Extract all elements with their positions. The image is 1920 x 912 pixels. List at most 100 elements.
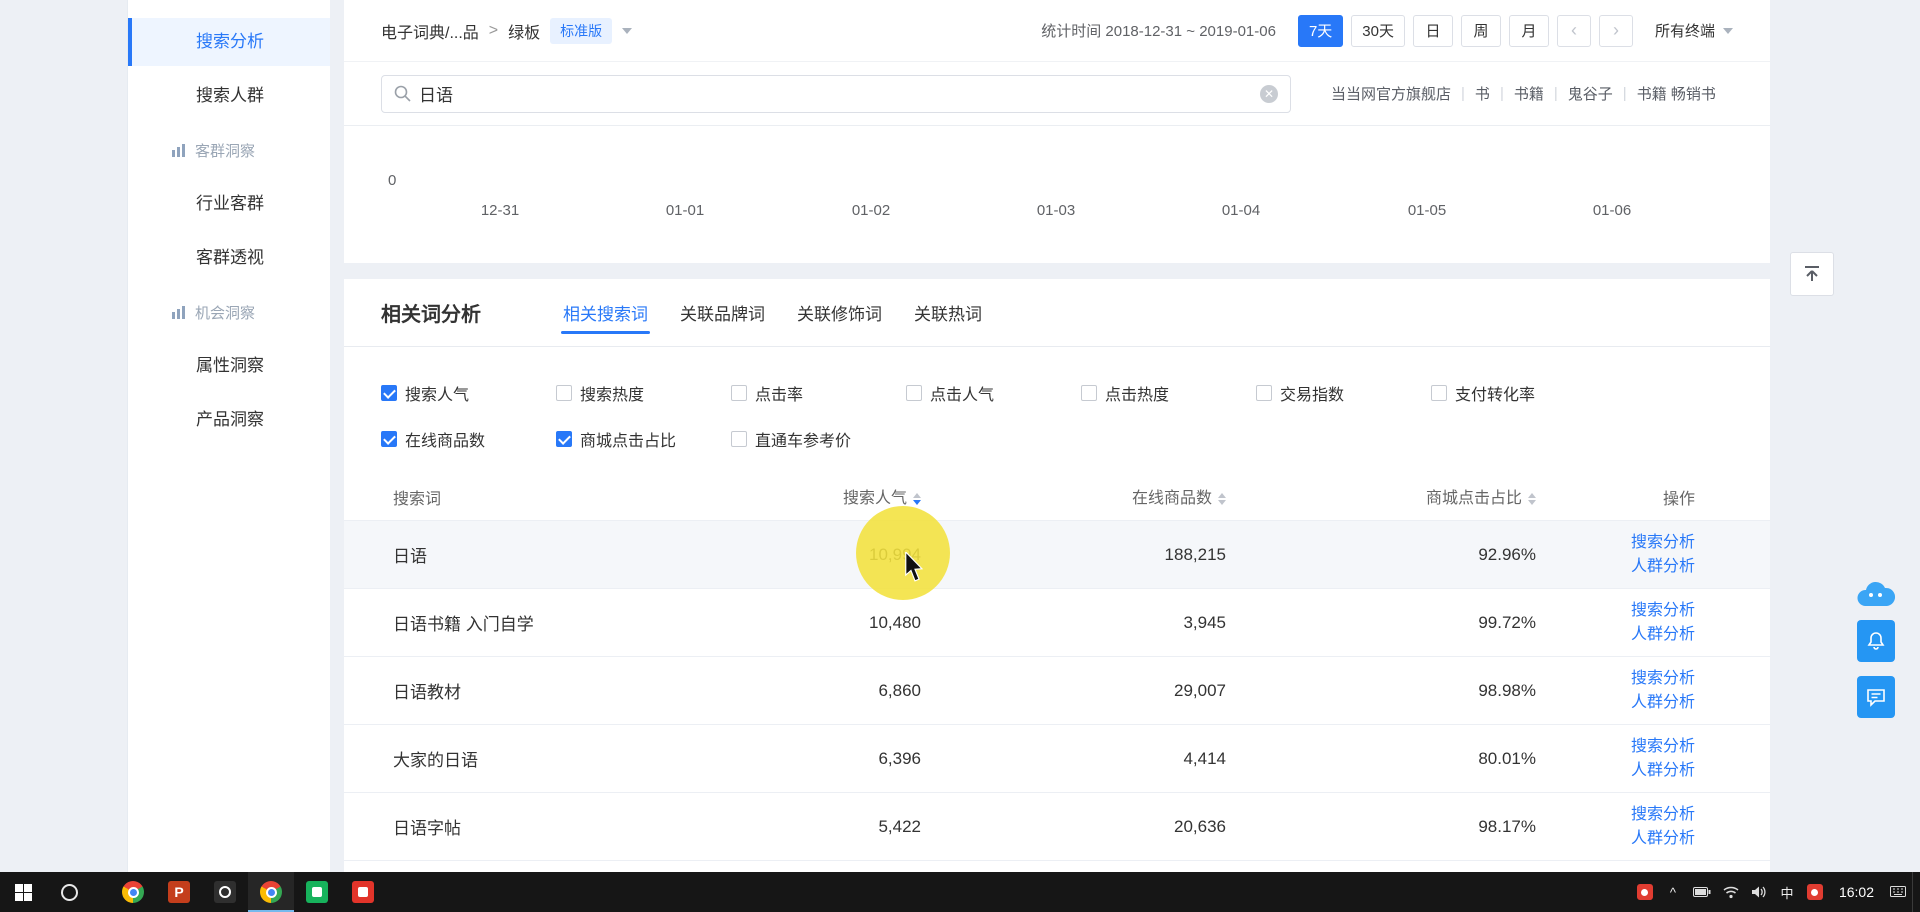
cortana-search-button[interactable] [46,872,92,912]
taskbar-app-red[interactable] [340,872,386,912]
tray-app-icon-red[interactable] [1631,872,1659,912]
sidebar-item-label: 属性洞察 [196,356,264,375]
metric-checkbox-click-rate[interactable]: 点击率 [731,381,906,405]
sidebar-section-label: 客群洞察 [195,140,255,161]
sort-asc-icon[interactable] [1528,489,1536,498]
column-header-mall-ratio[interactable]: 商城点击占比 [1226,484,1536,509]
crowd-analysis-link[interactable]: 人群分析 [1631,692,1695,713]
windows-logo-icon [15,884,32,901]
prev-period-button[interactable]: ‹ [1557,15,1591,47]
network-icon[interactable] [1717,872,1745,912]
sort-icons[interactable] [913,489,921,509]
start-button[interactable] [0,872,46,912]
hot-link[interactable]: 书籍 畅销书 [1637,83,1716,104]
tab-related-modifier-words[interactable]: 关联修饰词 [795,291,884,334]
range-button-day[interactable]: 日 [1413,15,1453,47]
search-input[interactable] [419,84,1252,104]
show-desktop-button[interactable] [1912,872,1920,912]
metric-label: 搜索人气 [405,381,469,405]
range-button-30d[interactable]: 30天 [1351,15,1405,47]
sidebar-item-attribute-insight[interactable]: 属性洞察 [128,342,330,390]
range-button-week[interactable]: 周 [1461,15,1501,47]
sidebar-item-search-crowd[interactable]: 搜索人群 [128,72,330,120]
hidden-icons-button[interactable]: ^ [1659,872,1687,912]
metric-label: 点击人气 [930,381,994,405]
range-button-month[interactable]: 月 [1509,15,1549,47]
sort-desc-icon[interactable] [1528,500,1536,509]
sidebar-item-industry-crowd[interactable]: 行业客群 [128,180,330,228]
back-to-top-button[interactable] [1790,252,1834,296]
breadcrumb-separator: > [489,22,498,40]
sort-icons[interactable] [1218,489,1226,509]
hot-link[interactable]: 书 [1475,83,1490,104]
metric-checkbox-click-heat[interactable]: 点击热度 [1081,381,1256,405]
sidebar-item-search-analysis[interactable]: 搜索分析 [128,18,330,66]
cell-products: 29,007 [921,681,1226,701]
tab-related-brand-words[interactable]: 关联品牌词 [678,291,767,334]
sort-asc-icon[interactable] [1218,489,1226,498]
search-analysis-link[interactable]: 搜索分析 [1631,600,1695,621]
search-box[interactable]: ✕ [381,75,1291,113]
sort-icons[interactable] [1528,489,1536,509]
crowd-analysis-link[interactable]: 人群分析 [1631,556,1695,577]
sort-desc-icon[interactable] [1218,500,1226,509]
taskbar-app-dark[interactable] [202,872,248,912]
taskbar-app-browser[interactable] [110,872,156,912]
range-button-7d[interactable]: 7天 [1298,15,1343,47]
taskbar-app-chrome-active[interactable] [248,872,294,912]
metric-checkbox-mall-click-ratio[interactable]: 商城点击占比 [556,427,731,451]
column-header-products[interactable]: 在线商品数 [921,484,1226,509]
touch-keyboard-icon[interactable] [1884,872,1912,912]
search-analysis-link[interactable]: 搜索分析 [1631,736,1695,757]
sidebar-item-product-insight[interactable]: 产品洞察 [128,396,330,444]
sort-asc-icon[interactable] [913,489,921,498]
metric-checkbox-online-products[interactable]: 在线商品数 [381,427,556,451]
notification-bell-button[interactable] [1857,620,1895,662]
sort-desc-icon-active[interactable] [913,500,921,509]
row-actions: 搜索分析人群分析 [1536,600,1695,645]
search-analysis-link[interactable]: 搜索分析 [1631,532,1695,553]
feedback-chat-button[interactable] [1857,676,1895,718]
chevron-down-icon[interactable] [622,28,632,39]
metric-checkbox-click-popularity[interactable]: 点击人气 [906,381,1081,405]
hot-link[interactable]: 鬼谷子 [1568,83,1613,104]
breadcrumb-root[interactable]: 电子词典/...品 [381,19,479,43]
metric-checkbox-pay-conversion[interactable]: 支付转化率 [1431,381,1606,405]
metric-checkbox-ztc-ref-price[interactable]: 直通车参考价 [731,427,906,451]
search-analysis-link[interactable]: 搜索分析 [1631,668,1695,689]
search-row: ✕ 当当网官方旗舰店 | 书 | 书籍 | 鬼谷子 | 书籍 畅销书 [344,62,1770,126]
taskbar-app-powerpoint[interactable]: P [156,872,202,912]
taskbar-clock[interactable]: 16:02 [1829,884,1884,900]
cell-mall-ratio: 80.01% [1226,749,1536,769]
tab-related-hot-words[interactable]: 关联热词 [912,291,984,334]
sidebar-section-customer-insight: 客群洞察 [128,126,330,174]
metric-checkbox-trade-index[interactable]: 交易指数 [1256,381,1431,405]
table-row: 大家的日语 6,396 4,414 80.01% 搜索分析人群分析 [344,725,1770,793]
volume-icon[interactable] [1745,872,1773,912]
cloud-service-icon[interactable] [1853,580,1897,617]
clear-search-icon[interactable]: ✕ [1260,85,1278,103]
taskbar-app-green[interactable] [294,872,340,912]
metric-checkbox-search-heat[interactable]: 搜索热度 [556,381,731,405]
hot-link[interactable]: 书籍 [1514,83,1544,104]
next-period-button[interactable]: › [1599,15,1633,47]
input-method-indicator[interactable]: 中 [1773,872,1801,912]
cell-products: 20,636 [921,817,1226,837]
crowd-analysis-link[interactable]: 人群分析 [1631,624,1695,645]
terminal-filter-dropdown[interactable]: 所有终端 [1655,20,1733,41]
column-header-popularity[interactable]: 搜索人气 [681,484,921,509]
row-actions: 搜索分析人群分析 [1536,736,1695,781]
metric-label: 点击热度 [1105,381,1169,405]
battery-icon[interactable] [1687,872,1717,912]
hot-link[interactable]: 当当网官方旗舰店 [1331,83,1451,104]
crowd-analysis-link[interactable]: 人群分析 [1631,828,1695,849]
tray-app-icon-red-2[interactable] [1801,872,1829,912]
sidebar-item-crowd-perspective[interactable]: 客群透视 [128,234,330,282]
app-icon [352,881,374,903]
cell-mall-ratio: 99.72% [1226,613,1536,633]
search-analysis-link[interactable]: 搜索分析 [1631,804,1695,825]
metric-checkbox-search-popularity[interactable]: 搜索人气 [381,381,556,405]
tab-related-search-words[interactable]: 相关搜索词 [561,291,650,334]
crowd-analysis-link[interactable]: 人群分析 [1631,760,1695,781]
row-actions: 搜索分析人群分析 [1536,804,1695,849]
